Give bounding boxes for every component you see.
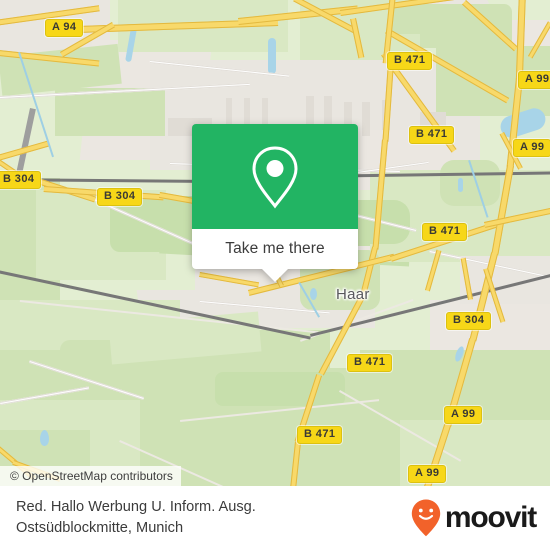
road-shield: A 99 [513, 139, 550, 157]
take-me-there-label: Take me there [225, 240, 325, 257]
road-shield: B 304 [97, 188, 143, 206]
road-shield: B 304 [0, 171, 42, 189]
map-screen: Haar A 94 B 471 A 99 B 471 A 99 B 304 B 304 B 4… [0, 0, 550, 550]
map-canvas[interactable]: Haar A 94 B 471 A 99 B 471 A 99 B 304 B 304 B 4… [0, 0, 550, 486]
popup-image-area [192, 124, 358, 229]
road-shield: A 99 [444, 406, 483, 424]
destination-popup-card[interactable]: Take me there [192, 124, 358, 282]
road-shield: A 99 [408, 465, 447, 483]
moovit-pin-smiley-icon [411, 499, 441, 537]
moovit-wordmark: moovit [444, 501, 537, 534]
location-title-line1: Red. Hallo Werbung U. Inform. Ausg. [16, 499, 256, 515]
osm-attribution-text: © OpenStreetMap contributors [10, 469, 173, 483]
road-shield: A 99 [518, 71, 550, 89]
osm-attribution[interactable]: © OpenStreetMap contributors [0, 466, 181, 486]
popup-action-area[interactable]: Take me there [192, 229, 358, 282]
road-shield: B 471 [347, 354, 393, 372]
popup-pointer-tail [262, 269, 288, 282]
footer-bar: Red. Hallo Werbung U. Inform. Ausg. Osts… [0, 486, 550, 550]
road-shield: B 304 [446, 312, 492, 330]
road-shield: B 471 [387, 52, 433, 70]
map-pin-icon [252, 145, 298, 208]
location-title: Red. Hallo Werbung U. Inform. Ausg. Osts… [16, 497, 256, 539]
road-shield: B 471 [409, 126, 455, 144]
moovit-brand[interactable]: moovit [411, 499, 537, 537]
road-shield: B 471 [297, 426, 343, 444]
road-shield: A 94 [45, 19, 84, 37]
road-shield: B 471 [422, 223, 468, 241]
location-title-line2: Ostsüdblockmitte, Munich [16, 520, 184, 536]
